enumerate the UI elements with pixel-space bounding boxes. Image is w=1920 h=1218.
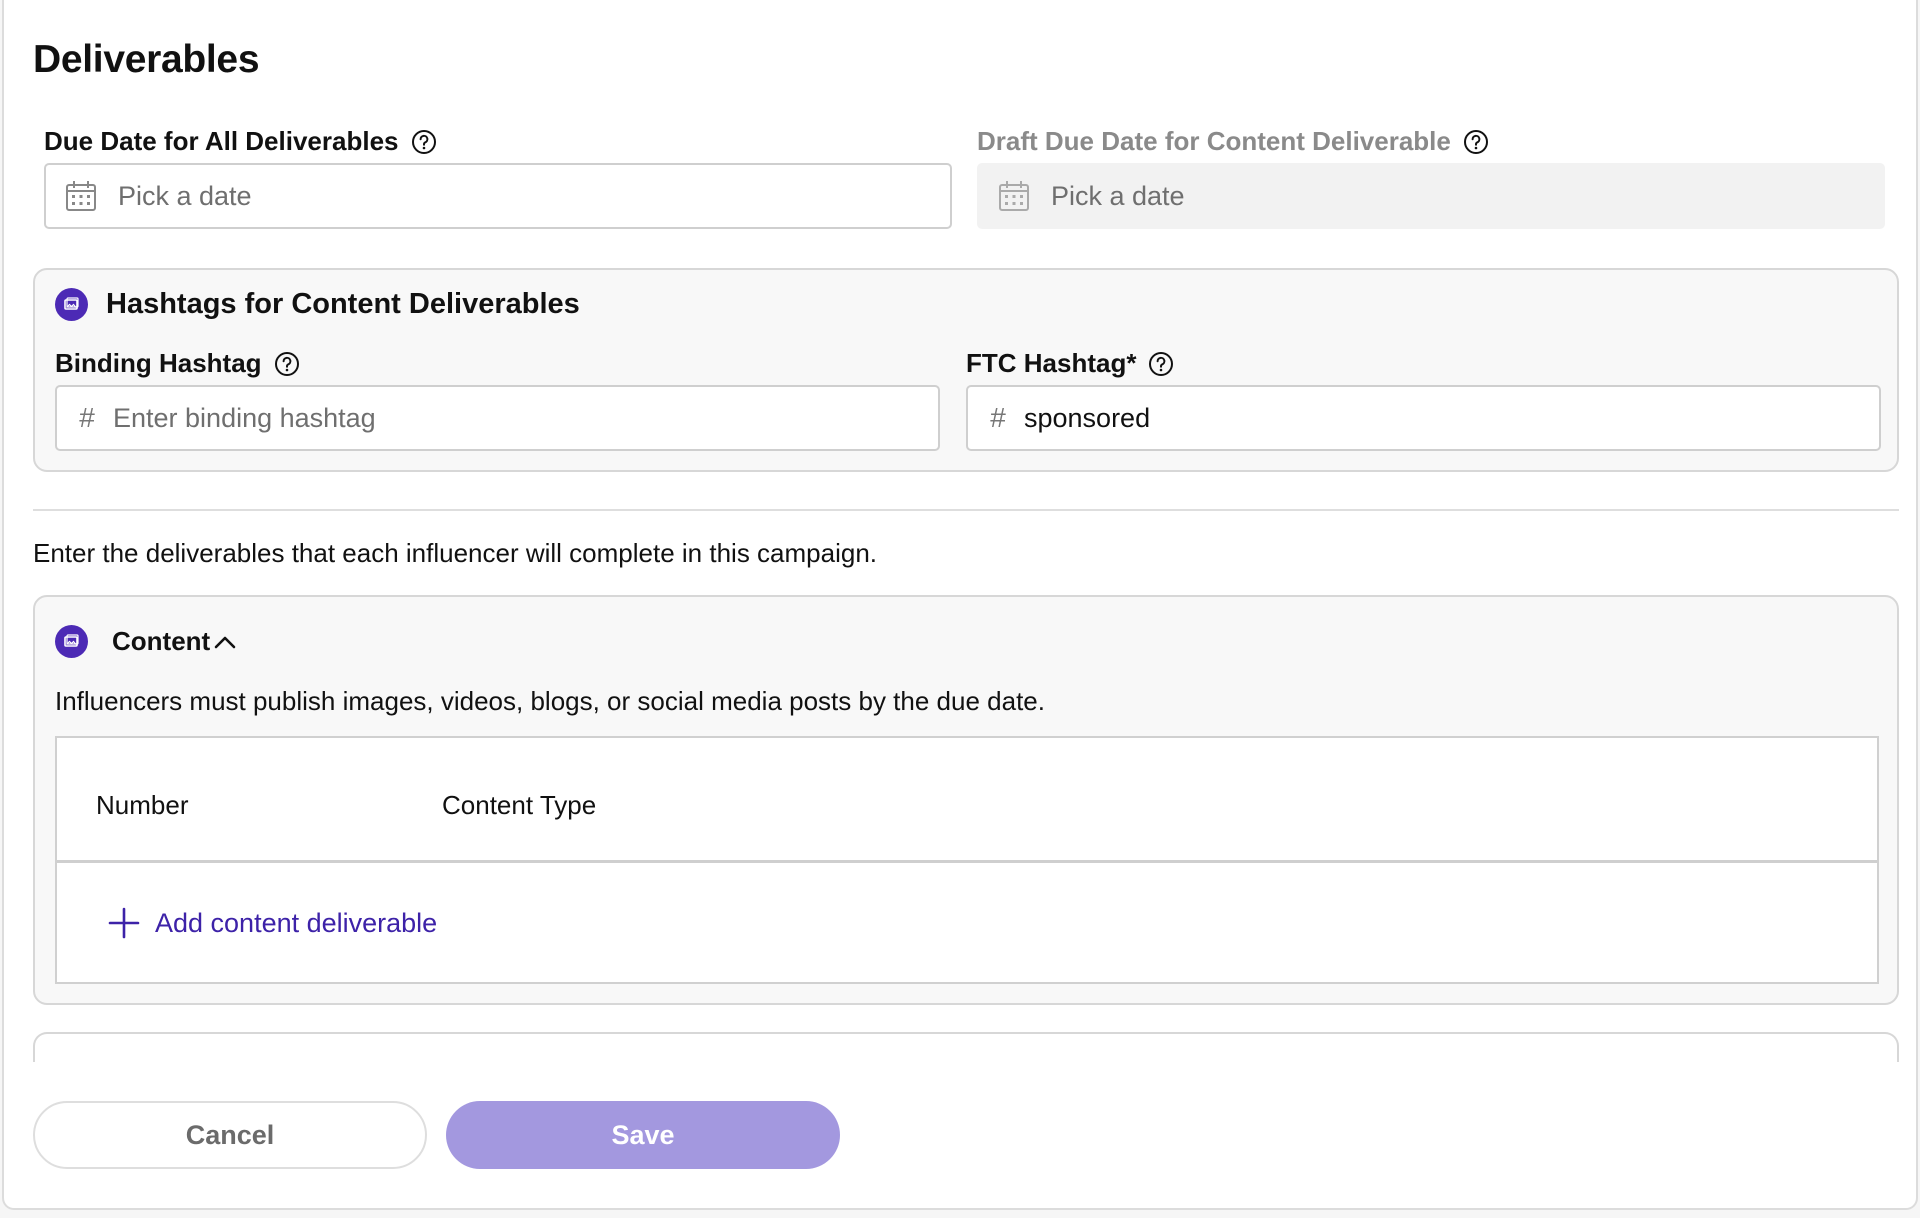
hashtags-card: Hashtags for Content Deliverables Bindin… <box>33 268 1899 472</box>
due-date-input[interactable]: Pick a date <box>44 163 952 229</box>
help-icon[interactable] <box>274 351 300 377</box>
content-image-icon <box>55 288 88 321</box>
binding-hashtag-input[interactable]: # Enter binding hashtag <box>55 385 940 451</box>
hash-prefix: # <box>79 402 95 433</box>
hashtags-card-title: Hashtags for Content Deliverables <box>106 288 580 320</box>
due-date-label-row: Due Date for All Deliverables <box>44 126 437 157</box>
save-button[interactable]: Save <box>446 1101 840 1169</box>
binding-hashtag-label: Binding Hashtag <box>55 348 262 378</box>
chevron-up-icon <box>212 629 238 655</box>
help-icon[interactable] <box>411 129 437 155</box>
content-deliverables-table: Number Content Type Add content delivera… <box>55 736 1879 984</box>
ftc-hashtag-input[interactable]: # sponsored <box>966 385 1881 451</box>
help-icon[interactable] <box>1148 351 1174 377</box>
binding-hashtag-label-row: Binding Hashtag <box>55 348 300 379</box>
calendar-icon <box>64 179 98 213</box>
column-header-content-type: Content Type <box>442 790 597 820</box>
calendar-icon <box>997 179 1031 213</box>
add-content-deliverable-label: Add content deliverable <box>155 907 438 938</box>
next-deliverable-card <box>33 1032 1899 1062</box>
draft-due-date-placeholder: Pick a date <box>1051 180 1185 211</box>
page-title: Deliverables <box>33 38 260 81</box>
ftc-hashtag-label-row: FTC Hashtag* <box>966 348 1174 379</box>
cancel-button[interactable]: Cancel <box>33 1101 427 1169</box>
draft-due-date-label-row: Draft Due Date for Content Deliverable <box>977 126 1489 157</box>
deliverables-panel: Deliverables Due Date for All Deliverabl… <box>2 0 1918 1210</box>
hash-prefix: # <box>990 402 1006 433</box>
content-toggle[interactable]: Content <box>112 626 238 657</box>
content-card-title: Content <box>112 626 211 656</box>
draft-due-date-label: Draft Due Date for Content Deliverable <box>977 126 1451 156</box>
deliverables-intro-text: Enter the deliverables that each influen… <box>33 538 878 568</box>
table-header: Number Content Type <box>57 738 1877 863</box>
binding-hashtag-placeholder: Enter binding hashtag <box>113 402 376 433</box>
draft-due-date-input: Pick a date <box>977 163 1885 229</box>
content-description: Influencers must publish images, videos,… <box>55 686 1045 716</box>
content-card-header[interactable]: Content <box>55 625 238 658</box>
content-image-icon <box>55 625 88 658</box>
help-icon[interactable] <box>1463 129 1489 155</box>
ftc-hashtag-value: sponsored <box>1024 402 1151 433</box>
due-date-placeholder: Pick a date <box>118 180 252 211</box>
section-divider <box>33 509 1899 511</box>
plus-icon <box>107 906 141 940</box>
add-content-deliverable-button[interactable]: Add content deliverable <box>107 906 437 940</box>
due-date-label: Due Date for All Deliverables <box>44 126 399 156</box>
hashtags-card-header: Hashtags for Content Deliverables <box>55 288 580 321</box>
ftc-hashtag-label: FTC Hashtag* <box>966 348 1137 378</box>
column-header-number: Number <box>96 790 189 820</box>
